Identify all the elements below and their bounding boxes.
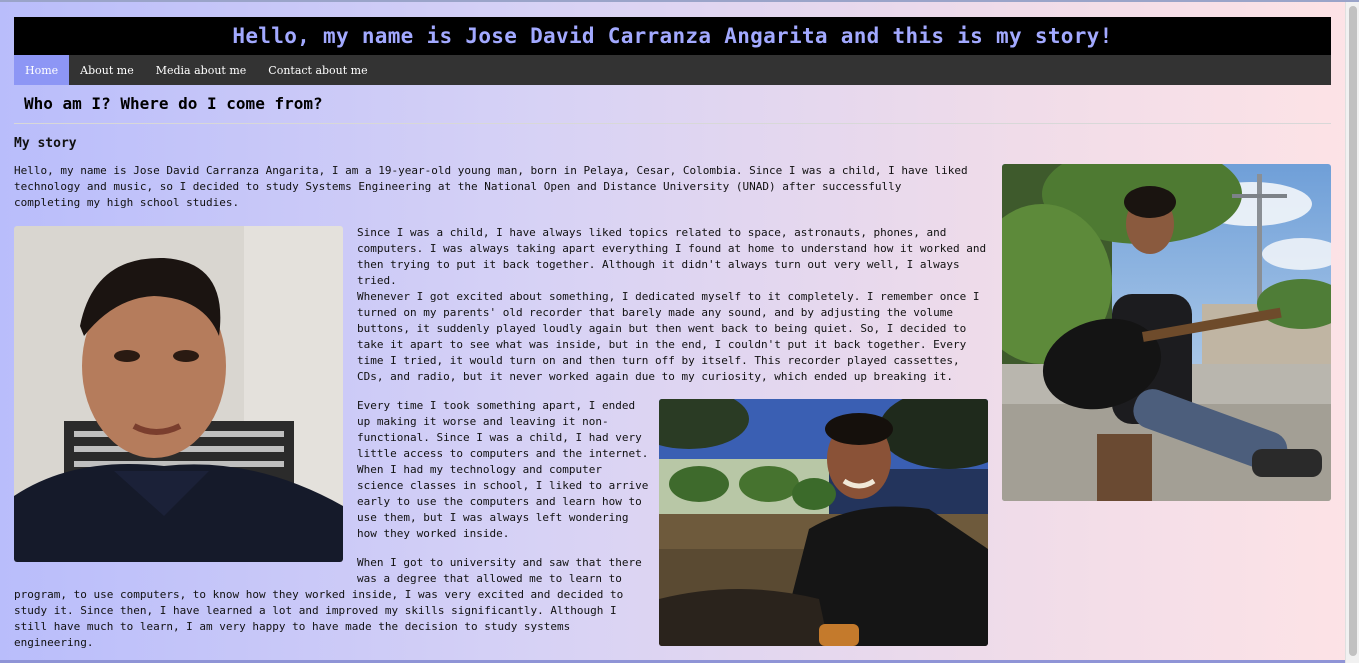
selfie-photo <box>659 399 988 646</box>
scrollbar-thumb[interactable] <box>1349 6 1357 656</box>
story-paragraph-5: When I got to university and saw that th… <box>357 556 642 585</box>
vertical-scrollbar[interactable] <box>1345 2 1359 663</box>
story-paragraph-4: Every time I took something apart, I end… <box>357 399 649 540</box>
story-paragraph-2: Since I was a child, I have always liked… <box>357 226 987 287</box>
nav-item-about-me[interactable]: About me <box>69 55 145 85</box>
story-paragraph-6: program, to use computers, to know how t… <box>14 588 624 649</box>
divider <box>14 123 1331 124</box>
page: Hello, my name is Jose David Carranza An… <box>0 0 1359 663</box>
portrait-photo-image <box>14 226 343 562</box>
nav-item-home[interactable]: Home <box>14 55 70 85</box>
portrait-photo <box>14 226 343 562</box>
story-paragraph-1: Hello, my name is Jose David Carranza An… <box>14 164 968 209</box>
page-title: Hello, my name is Jose David Carranza An… <box>232 24 1113 48</box>
main-nav: Home About me Media about me Contact abo… <box>14 55 1331 85</box>
section-heading: Who am I? Where do I come from? <box>24 94 323 113</box>
guitar-photo <box>1002 164 1331 501</box>
story-paragraph-3: Whenever I got excited about something, … <box>357 290 980 383</box>
story-title: My story <box>14 136 77 151</box>
selfie-photo-image <box>659 399 988 646</box>
guitar-photo-image <box>1002 164 1331 501</box>
site-header: Hello, my name is Jose David Carranza An… <box>14 17 1331 55</box>
nav-item-media-about-me[interactable]: Media about me <box>145 55 258 85</box>
nav-item-contact-about-me[interactable]: Contact about me <box>257 55 378 85</box>
